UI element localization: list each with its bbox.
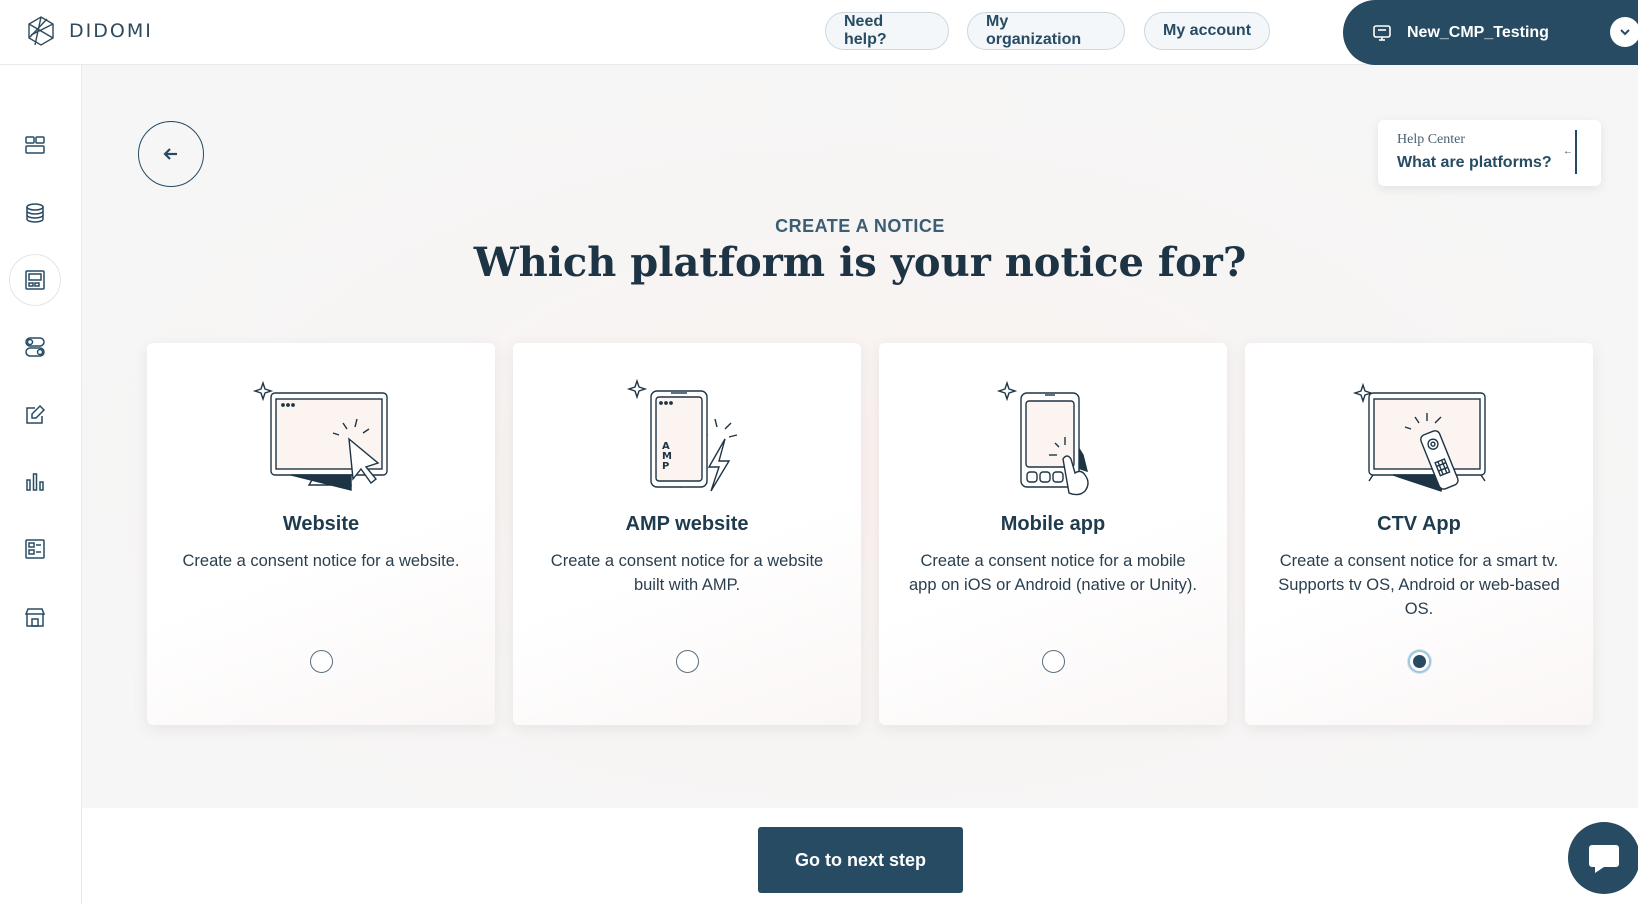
sidebar-item-analytics[interactable] [9, 456, 61, 508]
reports-icon [25, 539, 45, 559]
platform-card-amp[interactable]: A M P AMP website Create a consent notic… [513, 343, 861, 725]
monitor-icon [1373, 24, 1391, 41]
sidebar-item-data[interactable] [9, 187, 61, 239]
platform-description: Create a consent notice for a mobile app… [909, 552, 1197, 594]
amp-icon: A M P [626, 378, 738, 492]
radio-ctv[interactable] [1408, 650, 1431, 673]
help-center-card[interactable]: Help Center What are platforms? ← [1378, 120, 1601, 186]
platform-title: CTV App [1377, 513, 1461, 535]
marketplace-icon [24, 608, 46, 627]
my-account-button[interactable]: My account [1144, 12, 1270, 50]
mobile-app-icon [996, 380, 1089, 496]
next-step-button[interactable]: Go to next step [758, 827, 963, 893]
database-icon [26, 203, 44, 223]
back-button[interactable] [138, 121, 204, 187]
toggles-icon [25, 337, 45, 357]
arrow-left-icon [163, 148, 177, 160]
sidebar-item-preferences[interactable] [9, 389, 61, 441]
didomi-logo[interactable]: DIDOMI [25, 15, 153, 47]
platform-title: Website [282, 513, 360, 535]
radio-amp[interactable] [676, 650, 699, 673]
chat-icon [1589, 845, 1619, 873]
dashboard-icon [25, 136, 45, 154]
platform-title: AMP website [625, 513, 749, 535]
page-title: Which platform is your notice for? [473, 239, 1247, 286]
didomi-logo-icon [28, 16, 54, 46]
help-center-link[interactable]: What are platforms? [1397, 154, 1552, 172]
main-content: Help Center What are platforms? ← CREATE… [82, 65, 1638, 808]
brand-name: DIDOMI [69, 20, 153, 42]
notices-icon [25, 270, 45, 290]
ctv-icon [1352, 382, 1486, 492]
sidebar-item-reports[interactable] [9, 523, 61, 575]
organization-name: New_CMP_Testing [1407, 23, 1549, 41]
sidebar-item-dashboard[interactable] [9, 119, 61, 171]
sidebar [0, 65, 82, 904]
website-icon [252, 380, 388, 491]
help-panel-bar [1575, 130, 1577, 174]
help-center-label: Help Center [1397, 132, 1466, 147]
top-bar: DIDOMI Need help? My organization My acc… [0, 0, 1638, 65]
platform-card-mobile[interactable]: Mobile app Create a consent notice for a… [879, 343, 1227, 725]
arrow-left-small-icon: ← [1563, 146, 1573, 157]
page-eyebrow: CREATE A NOTICE [775, 216, 945, 236]
sidebar-item-marketplace[interactable] [9, 591, 61, 643]
organization-switcher[interactable]: New_CMP_Testing [1343, 0, 1638, 65]
sidebar-item-consents[interactable] [9, 321, 61, 373]
platform-description: Create a consent notice for a smart tv. … [1278, 552, 1560, 618]
edit-icon [26, 404, 46, 424]
need-help-button[interactable]: Need help? [825, 12, 949, 50]
radio-mobile[interactable] [1042, 650, 1065, 673]
platform-card-website[interactable]: Website Create a consent notice for a we… [147, 343, 495, 725]
radio-website[interactable] [310, 650, 333, 673]
chat-button[interactable] [1568, 822, 1638, 894]
chevron-down-icon[interactable] [1610, 17, 1638, 47]
platform-title: Mobile app [1000, 513, 1106, 535]
analytics-icon [26, 473, 44, 491]
sidebar-item-notices[interactable] [9, 254, 61, 306]
platform-description: Create a consent notice for a website bu… [550, 552, 824, 594]
footer-bar: Go to next step [82, 808, 1638, 904]
platform-card-ctv[interactable]: CTV App Create a consent notice for a sm… [1245, 343, 1593, 725]
my-organization-button[interactable]: My organization [967, 12, 1125, 50]
amp-letter-p: P [662, 461, 669, 472]
platform-description: Create a consent notice for a website. [182, 552, 460, 570]
